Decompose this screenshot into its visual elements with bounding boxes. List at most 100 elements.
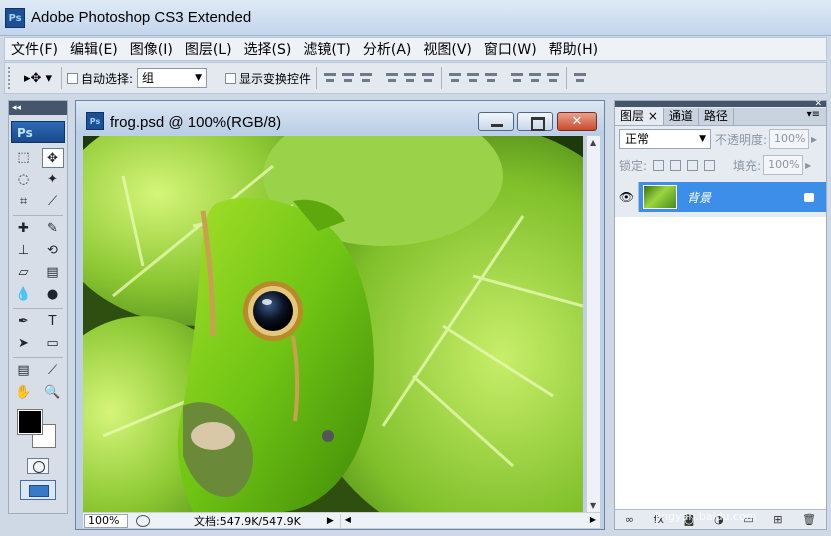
scroll-up-icon[interactable]: ▲ bbox=[590, 138, 596, 147]
delete-layer-icon[interactable]: 🗑 bbox=[802, 513, 816, 526]
clone-stamp-tool-icon[interactable]: ⊥ bbox=[13, 241, 35, 261]
crop-tool-icon[interactable]: ⌗ bbox=[13, 192, 35, 212]
distribute-top-icon[interactable] bbox=[447, 70, 463, 86]
align-vertical-centers-icon[interactable] bbox=[340, 70, 356, 86]
lock-all-icon[interactable] bbox=[704, 159, 716, 171]
baidu-watermark-url: jingyan.baidu.com bbox=[655, 510, 757, 523]
slice-tool-icon[interactable]: ⟋ bbox=[42, 192, 64, 212]
path-selection-tool-icon[interactable]: ➤ bbox=[13, 334, 35, 354]
hand-tool-icon[interactable]: ✋ bbox=[13, 383, 35, 403]
eyedropper-tool-icon[interactable]: ⟋ bbox=[42, 361, 64, 381]
image-canvas[interactable] bbox=[83, 136, 583, 512]
fill-field[interactable]: 100% bbox=[763, 155, 804, 175]
healing-brush-tool-icon[interactable]: ✚ bbox=[13, 219, 35, 239]
vertical-scrollbar[interactable]: ▲ ▼ bbox=[586, 136, 600, 512]
maximize-button[interactable] bbox=[517, 112, 553, 131]
distribute-vertical-centers-icon[interactable] bbox=[465, 70, 481, 86]
zoom-field[interactable]: 100% bbox=[84, 513, 128, 528]
scroll-left-icon[interactable]: ◀ bbox=[345, 515, 351, 524]
fill-slider-arrow-icon[interactable]: ▶ bbox=[805, 161, 811, 170]
opacity-field[interactable]: 100% bbox=[769, 129, 810, 149]
menu-file[interactable]: 文件(F) bbox=[5, 39, 64, 59]
blend-mode-dropdown[interactable]: 正常 ▼ bbox=[619, 129, 711, 149]
menu-edit[interactable]: 编辑(E) bbox=[64, 39, 124, 59]
align-horizontal-centers-icon[interactable] bbox=[402, 70, 418, 86]
dodge-tool-icon[interactable]: ● bbox=[42, 285, 64, 305]
lasso-tool-icon[interactable]: ◌ bbox=[13, 170, 35, 190]
menu-select[interactable]: 选择(S) bbox=[238, 39, 298, 59]
tools-panel-header[interactable]: ◂◂ bbox=[9, 101, 67, 115]
tab-channels[interactable]: 通道 bbox=[664, 108, 699, 125]
new-layer-icon[interactable]: ⊞ bbox=[773, 513, 782, 526]
blur-tool-icon[interactable]: 💧 bbox=[13, 285, 35, 305]
menu-analysis[interactable]: 分析(A) bbox=[357, 39, 418, 59]
distribute-buttons bbox=[447, 70, 561, 86]
tab-paths[interactable]: 路径 bbox=[699, 108, 734, 125]
move-tool-icon[interactable]: ✥ bbox=[41, 148, 64, 168]
distribute-left-icon[interactable] bbox=[509, 70, 525, 86]
distribute-bottom-icon[interactable] bbox=[483, 70, 499, 86]
align-top-edges-icon[interactable] bbox=[322, 70, 338, 86]
distribute-horizontal-centers-icon[interactable] bbox=[527, 70, 543, 86]
menu-window[interactable]: 窗口(W) bbox=[478, 39, 543, 59]
lock-row: 锁定: 填充: 100% ▶ bbox=[615, 152, 826, 178]
blend-mode-value: 正常 bbox=[625, 132, 650, 146]
status-menu-arrow-icon[interactable]: ▶ bbox=[327, 516, 334, 526]
lock-image-icon[interactable] bbox=[670, 159, 682, 171]
panel-menu-icon[interactable]: ▾≡ bbox=[807, 109, 820, 120]
auto-select-checkbox[interactable] bbox=[67, 72, 78, 84]
lock-position-icon[interactable] bbox=[687, 159, 699, 171]
zoom-tool-icon[interactable]: 🔍 bbox=[42, 383, 64, 403]
eye-icon[interactable]: 👁 bbox=[615, 182, 639, 212]
menu-image[interactable]: 图像(I) bbox=[124, 39, 179, 59]
lock-transparent-icon[interactable] bbox=[653, 159, 665, 171]
pen-tool-icon[interactable]: ✒ bbox=[13, 312, 35, 332]
status-info-icon[interactable] bbox=[136, 514, 150, 527]
align-right-edges-icon[interactable] bbox=[420, 70, 436, 86]
color-swatches bbox=[9, 408, 67, 452]
auto-select-dropdown[interactable]: 组 ▼ bbox=[137, 68, 208, 88]
gradient-tool-icon[interactable]: ▤ bbox=[42, 263, 64, 283]
menu-layer[interactable]: 图层(L) bbox=[179, 39, 238, 59]
menu-view[interactable]: 视图(V) bbox=[417, 39, 478, 59]
minimize-button[interactable] bbox=[478, 112, 514, 131]
scroll-right-icon[interactable]: ▶ bbox=[590, 515, 596, 524]
document-title-bar[interactable]: Ps frog.psd @ 100%(RGB/8) ✕ bbox=[76, 101, 604, 135]
tools-panel: ◂◂ Ps ⬚ ✥ ◌ ✦ ⌗ ⟋ ✚ ✎ ⊥ ⟲ ▱ ▤ 💧 ● ✒ T ➤ … bbox=[8, 100, 68, 514]
brush-tool-icon[interactable]: ✎ bbox=[42, 219, 64, 239]
menu-help[interactable]: 帮助(H) bbox=[543, 39, 604, 59]
eraser-tool-icon[interactable]: ▱ bbox=[13, 263, 35, 283]
notes-tool-icon[interactable]: ▤ bbox=[13, 361, 35, 381]
panel-tabs: 图层 × 通道 路径 bbox=[615, 108, 826, 126]
align-left-edges-icon[interactable] bbox=[384, 70, 400, 86]
opacity-label: 不透明度: bbox=[715, 132, 768, 147]
menu-filter[interactable]: 滤镜(T) bbox=[297, 39, 356, 59]
foreground-color-swatch[interactable] bbox=[17, 409, 43, 435]
link-layers-icon[interactable]: ∞ bbox=[625, 513, 634, 526]
panel-close-icon[interactable]: ✕ bbox=[814, 99, 822, 109]
quick-mask-button[interactable] bbox=[27, 458, 49, 474]
shape-tool-icon[interactable]: ▭ bbox=[42, 334, 64, 354]
layer-row-background[interactable]: 👁 背景 bbox=[615, 182, 826, 212]
title-bar: Ps Adobe Photoshop CS3 Extended bbox=[0, 0, 831, 36]
window-title: Adobe Photoshop CS3 Extended bbox=[31, 9, 252, 26]
chevron-down-icon: ▼ bbox=[699, 134, 706, 144]
screen-mode-button[interactable] bbox=[20, 480, 56, 500]
align-bottom-edges-icon[interactable] bbox=[358, 70, 374, 86]
marquee-tool-icon[interactable]: ⬚ bbox=[13, 148, 35, 168]
history-brush-tool-icon[interactable]: ⟲ bbox=[42, 241, 64, 261]
panel-header[interactable] bbox=[615, 101, 826, 107]
magic-wand-tool-icon[interactable]: ✦ bbox=[42, 170, 64, 190]
move-tool-preset-icon[interactable]: ▸✥ ▾ bbox=[20, 66, 56, 90]
tab-layers[interactable]: 图层 × bbox=[615, 108, 664, 125]
close-button[interactable]: ✕ bbox=[557, 112, 597, 131]
opacity-slider-arrow-icon[interactable]: ▶ bbox=[811, 135, 817, 144]
distribute-right-icon[interactable] bbox=[545, 70, 561, 86]
divider bbox=[13, 215, 63, 216]
show-transform-checkbox[interactable] bbox=[225, 72, 237, 84]
type-tool-icon[interactable]: T bbox=[42, 312, 64, 332]
horizontal-scrollbar[interactable]: ◀ ▶ bbox=[339, 513, 600, 528]
auto-align-layers-icon[interactable] bbox=[572, 70, 588, 86]
scroll-down-icon[interactable]: ▼ bbox=[590, 501, 596, 510]
options-bar-grip[interactable] bbox=[8, 67, 14, 89]
